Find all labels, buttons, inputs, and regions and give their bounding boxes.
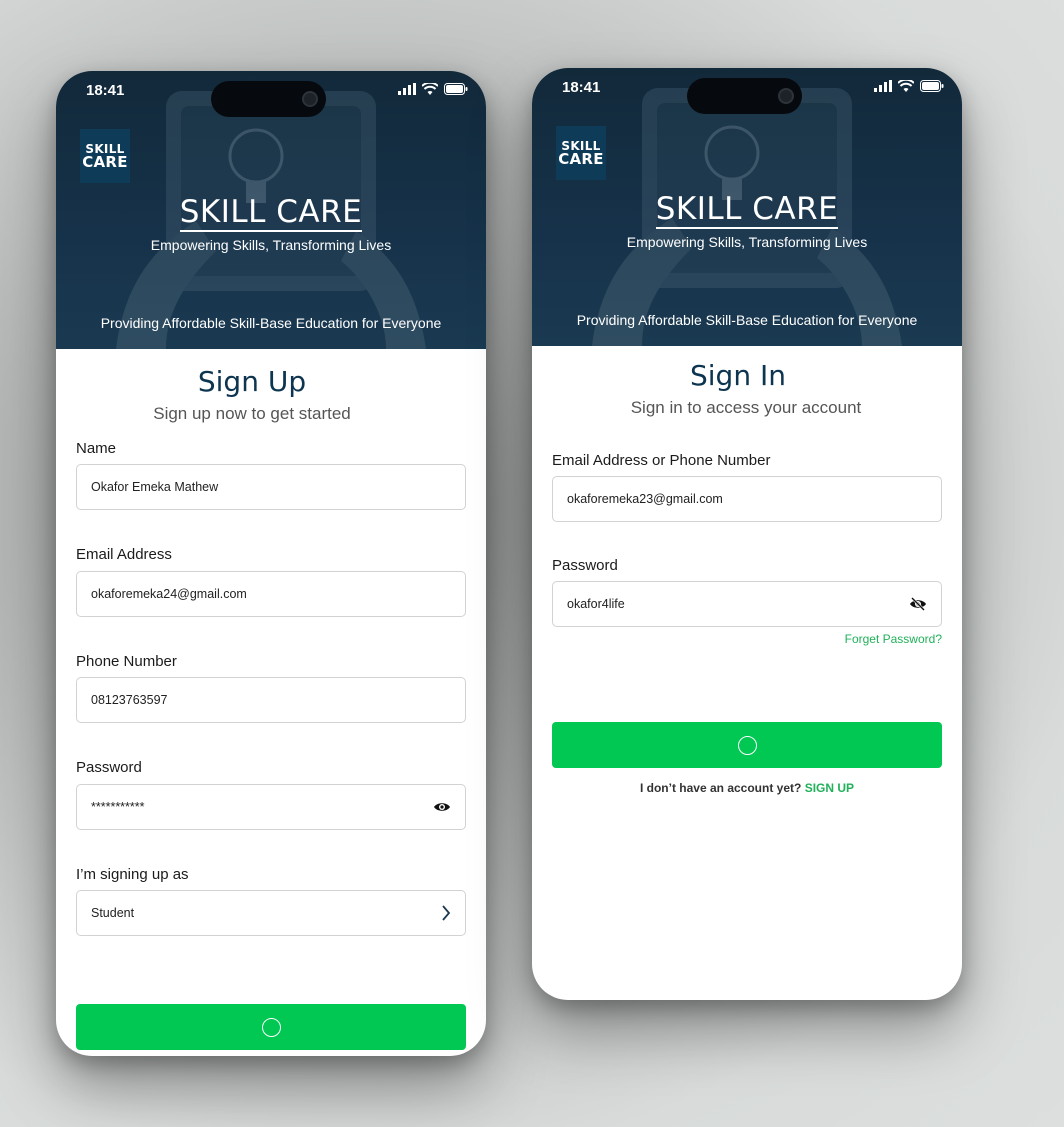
brand-tagline: Empowering Skills, Transforming Lives <box>150 237 392 253</box>
status-time: 18:41 <box>86 82 125 99</box>
chevron-right-icon <box>442 905 451 921</box>
logo-line2: CARE <box>82 152 128 171</box>
brand-title: SKILL CARE <box>532 191 962 229</box>
page-subtitle: Sign up now to get started <box>153 404 351 423</box>
identifier-value: okaforemeka23@gmail.com <box>567 492 723 506</box>
password-toggle-button[interactable] <box>909 597 927 611</box>
status-icons <box>398 83 468 95</box>
phone-value: 08123763597 <box>91 693 168 707</box>
role-select[interactable]: Student <box>76 890 466 936</box>
wifi-icon <box>422 83 438 95</box>
signin-screen: 18:41 SKILL CARE SKILL CARE Empowering S… <box>532 68 962 1000</box>
password-toggle-button[interactable] <box>433 801 451 813</box>
signup-screen: 18:41 SKILL CARE SKILL CARE Empowering S… <box>56 71 486 1056</box>
name-field[interactable]: Okafor Emeka Mathew <box>76 464 466 510</box>
camera-icon <box>778 88 794 104</box>
brand-title-text: SKILL CARE <box>655 191 839 229</box>
sign-in-button[interactable] <box>552 722 942 768</box>
status-icons <box>874 80 944 92</box>
eye-icon <box>434 803 450 811</box>
brand-title: SKILL CARE <box>56 194 486 232</box>
identifier-field[interactable]: okaforemeka23@gmail.com <box>552 476 942 522</box>
email-label: Email Address <box>76 546 172 563</box>
skill-care-logo: SKILL CARE <box>80 129 130 183</box>
hero-banner: 18:41 SKILL CARE SKILL CARE Empowering S… <box>532 68 962 346</box>
role-value: Student <box>91 906 135 920</box>
email-value: okaforemeka24@gmail.com <box>91 587 247 601</box>
password-field[interactable]: okafor4life <box>552 581 942 627</box>
status-bar: 18:41 <box>56 71 486 117</box>
signal-icon <box>398 83 416 95</box>
phone-field[interactable]: 08123763597 <box>76 677 466 723</box>
password-field[interactable]: *********** <box>76 784 466 830</box>
page-title: Sign In <box>690 359 786 392</box>
phone-label: Phone Number <box>76 653 177 670</box>
password-value: *********** <box>91 800 145 814</box>
skill-care-logo: SKILL CARE <box>556 126 606 180</box>
dynamic-island <box>211 81 326 117</box>
wifi-icon <box>898 80 914 92</box>
page-subtitle: Sign in to access your account <box>630 398 862 417</box>
role-picker-chevron <box>441 905 451 921</box>
sign-up-button[interactable] <box>76 1004 466 1050</box>
sign-up-link[interactable]: SIGN UP <box>805 781 854 795</box>
password-value: okafor4life <box>567 597 625 611</box>
status-bar: 18:41 <box>532 68 962 114</box>
battery-icon <box>444 83 468 95</box>
forgot-password-link[interactable]: Forget Password? <box>845 632 942 646</box>
brand-title-text: SKILL CARE <box>179 194 363 232</box>
name-value: Okafor Emeka Mathew <box>91 480 219 494</box>
signal-icon <box>874 80 892 92</box>
name-label: Name <box>76 440 117 457</box>
logo-line2: CARE <box>558 149 604 168</box>
signup-prompt: I don’t have an account yet? SIGN UP <box>532 781 962 795</box>
identifier-label: Email Address or Phone Number <box>552 452 771 469</box>
loading-spinner-icon <box>261 1017 281 1037</box>
eye-off-icon <box>910 597 926 611</box>
status-time: 18:41 <box>562 79 601 96</box>
role-label: I’m signing up as <box>76 866 189 883</box>
hero-banner: 18:41 SKILL CARE SKILL CARE Empowering S… <box>56 71 486 349</box>
brand-tagline: Empowering Skills, Transforming Lives <box>626 234 868 250</box>
no-account-text: I don’t have an account yet? <box>639 781 802 795</box>
brand-mission: Providing Affordable Skill-Base Educatio… <box>576 312 918 328</box>
email-field[interactable]: okaforemeka24@gmail.com <box>76 571 466 617</box>
loading-spinner-icon <box>737 735 757 755</box>
dynamic-island <box>687 78 802 114</box>
battery-icon <box>920 80 944 92</box>
password-label: Password <box>76 759 142 776</box>
camera-icon <box>302 91 318 107</box>
password-label: Password <box>552 557 618 574</box>
page-title: Sign Up <box>197 365 307 398</box>
brand-mission: Providing Affordable Skill-Base Educatio… <box>100 315 442 331</box>
